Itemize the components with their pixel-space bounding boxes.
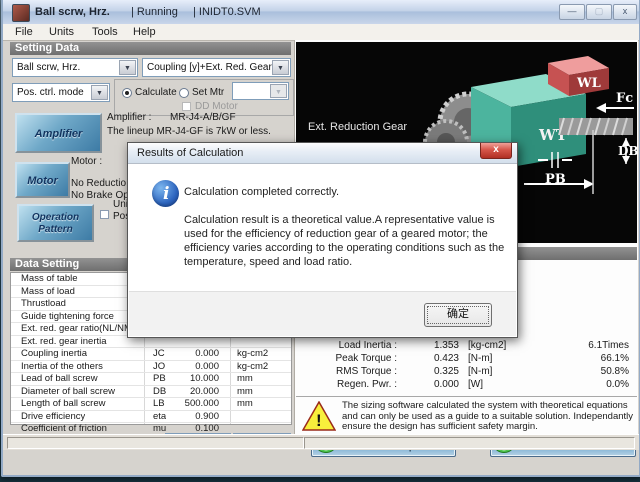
setting-data-header: Setting Data bbox=[10, 42, 291, 55]
motor-label: Motor : bbox=[71, 156, 102, 167]
menu-file[interactable]: File bbox=[15, 26, 33, 38]
divider bbox=[296, 396, 637, 397]
status-segment bbox=[7, 437, 304, 449]
result-row: Regen. Pwr. :0.000[W]0.0% bbox=[296, 379, 635, 392]
table-row[interactable]: Lead of ball screwPB10.000mm bbox=[11, 373, 291, 386]
table-row[interactable]: Length of ball screwLB500.000mm bbox=[11, 398, 291, 411]
ok-button[interactable]: 确定 bbox=[424, 303, 492, 327]
uniform-checkbox[interactable] bbox=[100, 210, 109, 219]
table-row[interactable]: Coupling inertiaJC0.000kg-cm2 bbox=[11, 348, 291, 361]
result-row: Peak Torque :0.423[N-m]66.1% bbox=[296, 353, 635, 366]
chevron-down-icon[interactable]: ▼ bbox=[91, 85, 108, 100]
menu-units[interactable]: Units bbox=[49, 26, 74, 38]
motor-model-dropdown: ▼ bbox=[232, 82, 289, 100]
menu-tools[interactable]: Tools bbox=[92, 26, 118, 38]
amplifier-button[interactable]: Amplifier bbox=[15, 113, 102, 153]
motor-info-line1: No Reductio bbox=[71, 178, 126, 189]
svg-text:!: ! bbox=[316, 411, 322, 430]
calculate-radio[interactable] bbox=[122, 88, 132, 98]
chevron-down-icon[interactable]: ▼ bbox=[119, 60, 136, 75]
close-icon[interactable]: x bbox=[613, 4, 637, 20]
set-mtr-radio[interactable] bbox=[179, 88, 189, 98]
motor-select-groupbox: Calculate Set Mtr ▼ DD Motor bbox=[114, 79, 294, 116]
app-icon bbox=[12, 4, 30, 22]
svg-text:Ext. Reduction Gear: Ext. Reduction Gear bbox=[308, 121, 407, 133]
motor-button[interactable]: Motor bbox=[15, 162, 70, 198]
chevron-down-icon[interactable]: ▼ bbox=[272, 60, 289, 75]
coupling-dropdown-value: Coupling [y]+Ext. Red. Gear [y] bbox=[147, 62, 285, 73]
amplifier-value: MR-J4-A/B/GF bbox=[170, 112, 236, 123]
result-row: Load Inertia :1.353[kg-cm2]6.1Times bbox=[296, 340, 635, 353]
dialog-title: Results of Calculation bbox=[137, 147, 243, 159]
results-dialog: Results of Calculation x i Calculation c… bbox=[127, 142, 518, 338]
control-mode-value: Pos. ctrl. mode bbox=[17, 87, 84, 98]
table-row[interactable]: Inertia of the othersJO0.000kg-cm2 bbox=[11, 361, 291, 374]
svg-text:WL: WL bbox=[576, 76, 601, 91]
title-bar[interactable]: Ball scrw, Hrz. | Running | INIDT0.SVM —… bbox=[3, 0, 639, 25]
window-title: Ball scrw, Hrz. bbox=[35, 6, 110, 18]
window-status: | Running bbox=[131, 6, 178, 18]
svg-text:DB: DB bbox=[618, 144, 637, 158]
control-mode-dropdown[interactable]: Pos. ctrl. mode ▼ bbox=[12, 83, 110, 102]
dialog-paragraph: Calculation result is a theoretical valu… bbox=[184, 213, 506, 269]
warning-icon: ! bbox=[302, 401, 336, 432]
table-row[interactable]: Diameter of ball screwDB20.000mm bbox=[11, 386, 291, 399]
dd-motor-label: DD Motor bbox=[195, 101, 238, 112]
window-file: | INIDT0.SVM bbox=[193, 6, 261, 18]
svg-text:Fc: Fc bbox=[616, 91, 633, 106]
dialog-close-icon[interactable]: x bbox=[480, 143, 512, 159]
maximize-icon[interactable]: ▢ bbox=[586, 4, 612, 20]
dd-motor-checkbox bbox=[182, 102, 191, 111]
status-bar bbox=[3, 434, 639, 450]
menu-help[interactable]: Help bbox=[133, 26, 156, 38]
menu-bar: File Units Tools Help bbox=[3, 24, 639, 41]
info-icon: i bbox=[152, 180, 179, 207]
minimize-icon[interactable]: — bbox=[559, 4, 585, 20]
table-row[interactable]: Drive efficiencyeta0.900 bbox=[11, 411, 291, 424]
warning-text: The sizing software calculated the syste… bbox=[342, 401, 635, 433]
operation-pattern-button[interactable]: Operation Pattern bbox=[17, 204, 94, 242]
amplifier-note: The lineup MR-J4-GF is 7kW or less. bbox=[107, 126, 271, 137]
status-segment bbox=[304, 437, 635, 449]
mechanism-dropdown[interactable]: Ball scrw, Hrz. ▼ bbox=[12, 58, 138, 77]
dialog-footer: 确定 bbox=[129, 291, 516, 336]
coupling-dropdown[interactable]: Coupling [y]+Ext. Red. Gear [y] ▼ bbox=[142, 58, 291, 77]
result-row: RMS Torque :0.325[N-m]50.8% bbox=[296, 366, 635, 379]
amplifier-label: Amplifier : bbox=[107, 112, 151, 123]
dialog-line1: Calculation completed correctly. bbox=[184, 185, 339, 199]
mechanism-dropdown-value: Ball scrw, Hrz. bbox=[17, 62, 80, 73]
set-mtr-radio-label: Set Mtr bbox=[192, 87, 224, 98]
chevron-down-icon: ▼ bbox=[270, 84, 287, 98]
dialog-title-bar[interactable]: Results of Calculation x bbox=[128, 143, 517, 164]
calculate-radio-label: Calculate bbox=[135, 87, 177, 98]
